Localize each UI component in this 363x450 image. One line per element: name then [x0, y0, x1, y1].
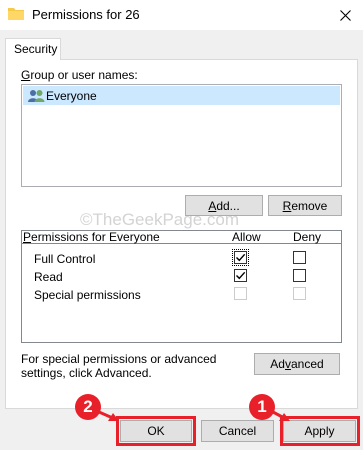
watermark: ©TheGeekPage.com: [80, 210, 239, 229]
ok-button[interactable]: OK: [120, 420, 192, 442]
permissions-title: Permissions for Everyone: [23, 230, 160, 244]
read-deny-checkbox[interactable]: [293, 269, 306, 282]
close-button[interactable]: [327, 0, 363, 30]
allow-header: Allow: [232, 230, 261, 244]
remove-accel: R: [282, 198, 292, 213]
tab-security[interactable]: Security: [5, 38, 61, 60]
advanced-pre: Ad: [270, 357, 285, 371]
special-deny-checkbox: [293, 287, 306, 300]
group-names-label: Group or user names:: [21, 68, 138, 82]
close-icon: [339, 9, 351, 21]
step-2-badge: 2: [75, 394, 101, 420]
remove-rest: emove: [291, 198, 328, 213]
special-allow-checkbox: [234, 287, 247, 300]
title-rest: ermissions for Everyone: [31, 230, 160, 244]
apply-button[interactable]: Apply: [283, 420, 356, 442]
folder-icon: [8, 8, 24, 20]
full-control-deny-checkbox[interactable]: [293, 251, 306, 264]
checkmark-icon: [236, 271, 246, 280]
full-control-allow-checkbox[interactable]: [232, 249, 249, 266]
user-name: Everyone: [46, 89, 97, 103]
perm-special: Special permissions: [34, 288, 141, 302]
deny-header: Deny: [293, 230, 322, 244]
perm-read: Read: [34, 270, 63, 284]
label-accel: G: [21, 68, 31, 82]
advanced-post: anced: [290, 357, 324, 371]
checkmark-icon: [236, 253, 246, 262]
cancel-button[interactable]: Cancel: [201, 420, 274, 442]
window-title: Permissions for 26: [32, 7, 140, 22]
read-allow-checkbox[interactable]: [234, 269, 247, 282]
remove-button[interactable]: Remove: [268, 195, 342, 216]
users-icon: [28, 90, 45, 102]
perm-full-control: Full Control: [34, 252, 96, 266]
step-1-badge: 1: [249, 394, 275, 420]
label-rest: roup or user names:: [30, 68, 138, 82]
advanced-button[interactable]: Ad v anced: [254, 353, 340, 375]
special-permissions-note: For special permissions or advanced sett…: [21, 352, 217, 380]
title-accel: P: [23, 230, 32, 244]
